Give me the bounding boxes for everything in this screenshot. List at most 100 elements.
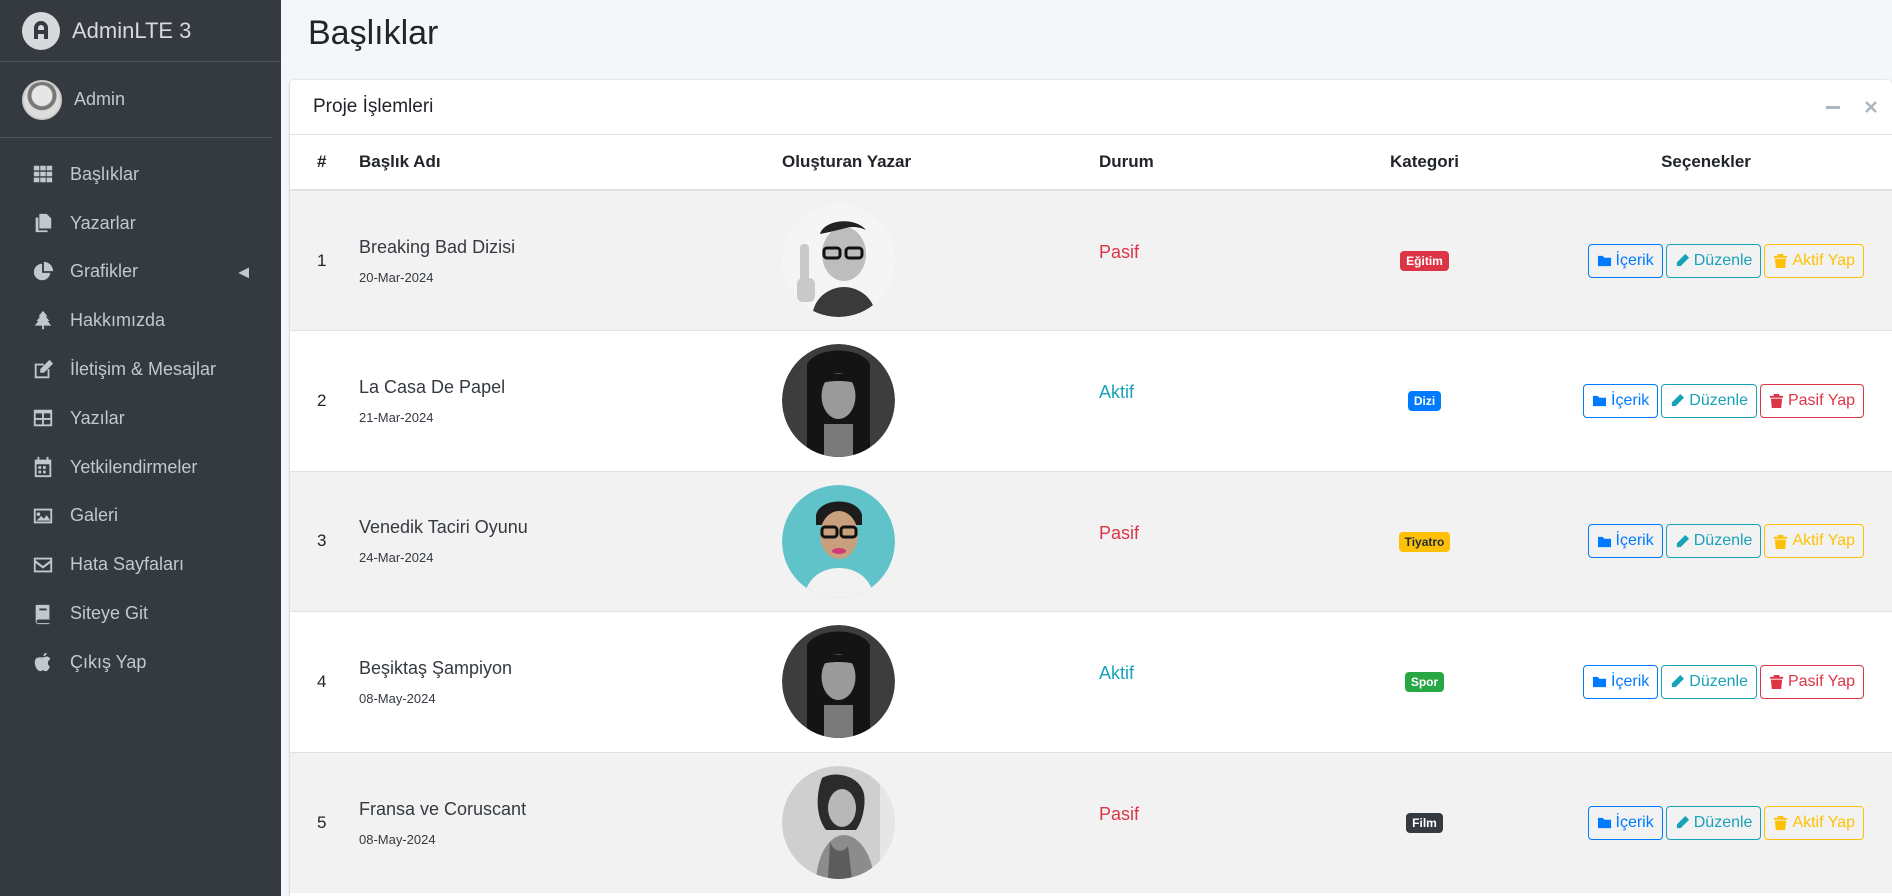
pencil-icon [1672,394,1685,407]
sidebar-item-yetkilendirmeler[interactable]: Yetkilendirmeler [8,443,273,492]
row-status-cell: Pasif [1099,189,1329,331]
content-button[interactable]: İçerik [1587,243,1663,278]
status-text: Pasif [1099,242,1140,262]
row-date: 08-May-2024 [359,690,436,706]
content-button[interactable]: İçerik [1583,383,1659,418]
close-icon[interactable] [1862,98,1880,116]
sidebar-item-hata-sayfalari[interactable]: Hata Sayfaları [8,540,273,589]
header-status: Durum [1099,135,1329,191]
category-badge: Dizi [1407,391,1442,412]
sidebar-item-galeri[interactable]: Galeri [8,492,273,541]
table-body: 1 Breaking Bad Dizisi 20-Mar-2024 Pasif … [290,189,1892,893]
toggle-status-button[interactable]: Aktif Yap [1764,524,1864,559]
row-title: Venedik Taciri Oyunu [359,517,528,538]
row-category-cell: Film [1329,751,1520,893]
sidebar-item-label: Çıkış Yap [70,651,147,672]
status-text: Pasif [1099,804,1140,824]
sidebar-item-grafikler[interactable]: Grafikler ◀ [8,248,273,297]
content-button-label: İçerik [1615,532,1654,550]
author-avatar [782,204,895,317]
tree-icon [32,310,54,332]
row-title-cell: Venedik Taciri Oyunu 24-Mar-2024 [359,470,782,612]
edit-button[interactable]: Düzenle [1661,664,1757,699]
pencil-icon [1676,815,1689,829]
category-badge: Spor [1404,672,1445,693]
sidebar-item-iletisim[interactable]: İletişim & Mesajlar [8,345,273,394]
brand-link[interactable]: AdminLTE 3 [0,0,281,62]
user-panel[interactable]: Admin [0,62,273,138]
row-title-cell: Breaking Bad Dizisi 20-Mar-2024 [359,189,782,331]
toggle-status-label: Aktif Yap [1792,532,1855,550]
sidebar: AdminLTE 3 Admin Başlıklar Yazarlar Graf… [0,0,281,896]
edit-button-label: Düzenle [1689,391,1748,409]
toggle-status-label: Aktif Yap [1792,813,1855,831]
row-author-cell [782,330,1099,471]
sidebar-item-yazilar[interactable]: Yazılar [8,394,273,443]
row-date: 21-Mar-2024 [359,409,434,425]
author-avatar [782,625,895,739]
image-icon [32,505,54,527]
edit-button[interactable]: Düzenle [1661,383,1757,418]
user-avatar [22,79,62,120]
apple-icon [32,651,54,673]
row-status-cell: Aktif [1099,330,1329,471]
edit-button[interactable]: Düzenle [1665,243,1762,278]
copy-icon [32,212,54,234]
table-row: 4 Beşiktaş Şampiyon 08-May-2024 Aktif Sp… [290,611,1892,752]
row-category-cell: Eğitim [1329,189,1520,331]
category-badge: Film [1406,813,1443,833]
folder-icon [1597,255,1611,267]
status-text: Aktif [1099,663,1135,684]
sidebar-item-cikis-yap[interactable]: Çıkış Yap [8,638,273,687]
envelope-icon [32,554,54,576]
book-icon [32,603,54,625]
sidebar-item-label: Siteye Git [70,603,149,624]
edit-button[interactable]: Düzenle [1665,805,1762,840]
toggle-status-label: Pasif Yap [1787,391,1855,409]
row-status-cell: Pasif [1099,470,1329,612]
sidebar-nav: Başlıklar Yazarlar Grafikler ◀ Hakkımızd… [0,150,281,687]
brand-logo-icon [22,11,60,50]
user-name[interactable]: Admin [74,89,125,110]
sidebar-item-basliklar[interactable]: Başlıklar [8,150,273,199]
edit-button-label: Düzenle [1689,672,1748,690]
row-author-cell [782,470,1099,612]
toggle-status-button[interactable]: Pasif Yap [1759,664,1864,699]
table-row: 1 Breaking Bad Dizisi 20-Mar-2024 Pasif … [290,189,1892,331]
status-text: Aktif [1099,382,1135,403]
projects-table: # Başlık Adı Oluşturan Yazar Durum Kateg… [290,135,1892,893]
edit-button[interactable]: Düzenle [1665,524,1762,559]
content-button-label: İçerik [1615,251,1654,269]
pie-chart-icon [32,261,54,283]
toggle-status-button[interactable]: Aktif Yap [1764,805,1864,840]
sidebar-item-label: Galeri [70,505,119,526]
content-button[interactable]: İçerik [1583,664,1659,699]
sidebar-item-hakkimizda[interactable]: Hakkımızda [8,296,273,345]
row-date: 24-Mar-2024 [359,550,434,566]
toggle-status-button[interactable]: Pasif Yap [1759,383,1864,418]
toggle-status-button[interactable]: Aktif Yap [1764,243,1864,278]
content-button[interactable]: İçerik [1587,805,1663,840]
row-title-cell: La Casa De Papel 21-Mar-2024 [359,330,782,471]
sidebar-item-siteye-git[interactable]: Siteye Git [8,589,273,638]
sidebar-item-label: Başlıklar [70,163,140,184]
row-date: 20-Mar-2024 [359,269,434,285]
row-author-cell [782,189,1099,331]
row-title: Beşiktaş Şampiyon [359,657,513,678]
card-header: Proje İşlemleri [290,80,1892,135]
sidebar-item-label: Grafikler [70,261,139,282]
collapse-icon[interactable] [1824,98,1842,116]
row-options-cell: İçerik Düzenle Aktif Yap [1520,470,1892,612]
header-title: Başlık Adı [359,135,782,191]
trash-icon [1769,675,1784,690]
folder-icon [1592,677,1607,688]
content-button[interactable]: İçerik [1587,524,1663,559]
content-button-label: İçerik [1611,391,1650,409]
pencil-icon [1672,675,1685,688]
folder-icon [1597,817,1611,829]
grid-icon [32,163,54,185]
table-header: # Başlık Adı Oluşturan Yazar Durum Kateg… [290,135,1892,191]
sidebar-item-yazarlar[interactable]: Yazarlar [8,199,273,248]
edit-button-label: Düzenle [1693,532,1753,550]
row-number: 3 [290,470,359,612]
